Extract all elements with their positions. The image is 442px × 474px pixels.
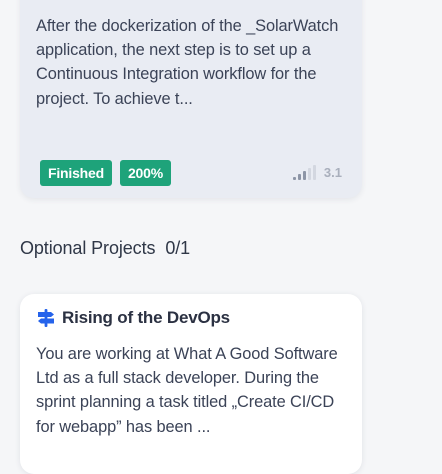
difficulty-bar <box>292 177 296 180</box>
section-count: 0/1 <box>165 238 191 258</box>
difficulty-rating: 3.1 <box>323 165 342 180</box>
project-description: You are working at What A Good Software … <box>36 345 338 436</box>
project-description: After the dockerization of the _SolarWat… <box>36 17 339 108</box>
score-badge: 200% <box>119 160 171 186</box>
difficulty-indicator: 3.1 <box>292 164 342 180</box>
project-title-text: Rising of the DevOps <box>62 308 230 327</box>
difficulty-bar <box>302 171 306 180</box>
section-title: Optional Projects <box>20 238 156 258</box>
difficulty-bar <box>297 174 301 180</box>
difficulty-bar <box>307 168 311 180</box>
optional-project-card[interactable]: Rising of the DevOps You are working at … <box>20 294 362 474</box>
project-title[interactable]: Rising of the DevOps <box>36 308 230 328</box>
project-badges: Finished 200% <box>40 160 171 186</box>
signal-bars-icon <box>292 165 316 180</box>
difficulty-bar <box>312 165 316 180</box>
status-badge: Finished <box>40 160 112 186</box>
section-heading: Optional Projects 0/1 <box>20 238 190 259</box>
completed-project-card[interactable]: After the dockerization of the _SolarWat… <box>20 0 362 198</box>
signpost-icon <box>38 309 54 327</box>
